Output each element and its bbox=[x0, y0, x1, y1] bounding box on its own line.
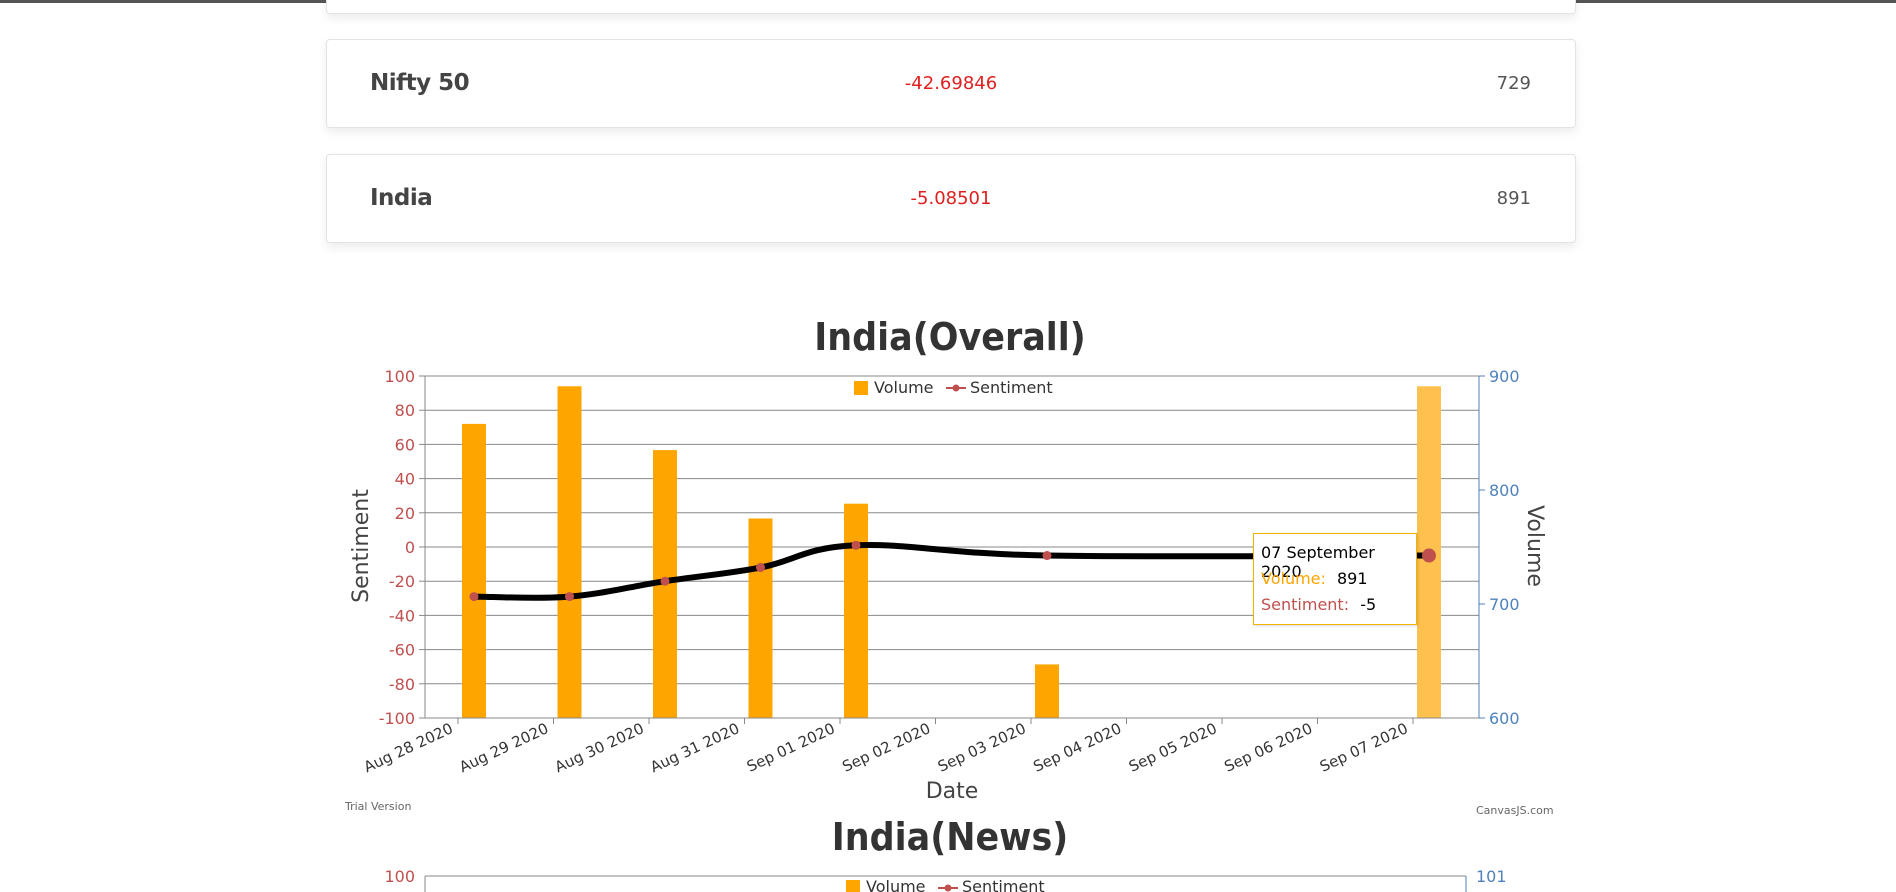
x-tick-label: Sep 03 2020 bbox=[935, 719, 1029, 775]
legend-volume-swatch bbox=[854, 381, 868, 395]
sentiment-point bbox=[851, 540, 861, 550]
volume-bar bbox=[748, 518, 773, 718]
x-tick-label: Sep 06 2020 bbox=[1221, 719, 1315, 775]
y2-tick-label: 600 bbox=[1489, 709, 1520, 728]
x-axis-title: Date bbox=[926, 779, 979, 804]
tooltip-volume-value: 891 bbox=[1337, 569, 1368, 588]
y-axis-title: Sentiment bbox=[349, 489, 374, 603]
tooltip-sentiment-value: -5 bbox=[1360, 595, 1377, 614]
chart2-left-tick: 100 bbox=[384, 867, 415, 886]
y-tick-label: -80 bbox=[389, 675, 415, 694]
y-tick-label: -40 bbox=[389, 606, 415, 625]
trial-version-label: Trial Version bbox=[345, 800, 412, 813]
volume-bar bbox=[844, 503, 868, 718]
y2-axis-title: Volume bbox=[1522, 505, 1547, 587]
chart-overall: 100 80 60 40 20 0 -20 -40 -60 -80 -100 900 800 700 600… bbox=[349, 367, 1547, 892]
sentiment-point bbox=[756, 563, 765, 573]
sentiment-point bbox=[565, 592, 574, 602]
x-tick-label: Sep 04 2020 bbox=[1030, 719, 1124, 775]
chart-legend: Volume Sentiment bbox=[854, 378, 1053, 397]
x-tick-label: Sep 01 2020 bbox=[744, 719, 838, 775]
volume-bar bbox=[557, 386, 582, 718]
x-tick-label: Aug 29 2020 bbox=[456, 719, 551, 776]
x-tick-label: Aug 30 2020 bbox=[552, 719, 647, 776]
tooltip-volume-label: Volume: bbox=[1261, 569, 1326, 588]
x-tick-label: Aug 31 2020 bbox=[647, 719, 742, 776]
legend-volume-label: Volume bbox=[874, 378, 934, 397]
chart-title-news: India(News) bbox=[831, 815, 1069, 859]
tooltip-volume: Volume: 891 bbox=[1261, 569, 1368, 588]
y-tick-label: 80 bbox=[395, 401, 415, 420]
tooltip-sentiment: Sentiment: -5 bbox=[1261, 595, 1376, 614]
chart-tooltip: 07 September 2020 Volume: 891 Sentiment:… bbox=[1253, 533, 1417, 625]
x-tick-label: Sep 07 2020 bbox=[1317, 719, 1411, 775]
sentiment-point bbox=[1042, 551, 1052, 561]
y-tick-label: -20 bbox=[389, 572, 415, 591]
chart2-legend-sentiment-marker bbox=[944, 884, 952, 892]
y-tick-label: 40 bbox=[395, 470, 415, 489]
chart2-legend-sentiment-label: Sentiment bbox=[962, 877, 1045, 892]
y-tick-label: 100 bbox=[384, 367, 415, 386]
chart2-right-tick: 101 bbox=[1476, 867, 1507, 886]
chart2-legend-volume-label: Volume bbox=[866, 877, 926, 892]
y2-tick-label: 700 bbox=[1489, 595, 1520, 614]
volume-bar bbox=[462, 423, 486, 718]
y2-tick-label: 800 bbox=[1489, 481, 1520, 500]
tooltip-sentiment-label: Sentiment: bbox=[1261, 595, 1350, 614]
chart2-legend-volume-swatch bbox=[846, 880, 860, 892]
volume-bar bbox=[1035, 664, 1059, 718]
legend-sentiment-marker bbox=[952, 384, 960, 392]
y-tick-label: 20 bbox=[395, 504, 415, 523]
y-tick-label: 0 bbox=[405, 538, 415, 557]
y2-tick-label: 900 bbox=[1489, 367, 1520, 386]
y-tick-label: -60 bbox=[389, 641, 415, 660]
y-tick-label: 60 bbox=[395, 435, 415, 454]
x-tick-label: Sep 02 2020 bbox=[839, 719, 933, 775]
y-tick-label: -100 bbox=[379, 709, 415, 728]
x-tick-label: Sep 05 2020 bbox=[1126, 719, 1220, 775]
sentiment-point bbox=[469, 592, 479, 602]
legend-sentiment-label: Sentiment bbox=[970, 378, 1053, 397]
sentiment-point bbox=[1422, 548, 1436, 563]
sentiment-point bbox=[660, 576, 670, 586]
